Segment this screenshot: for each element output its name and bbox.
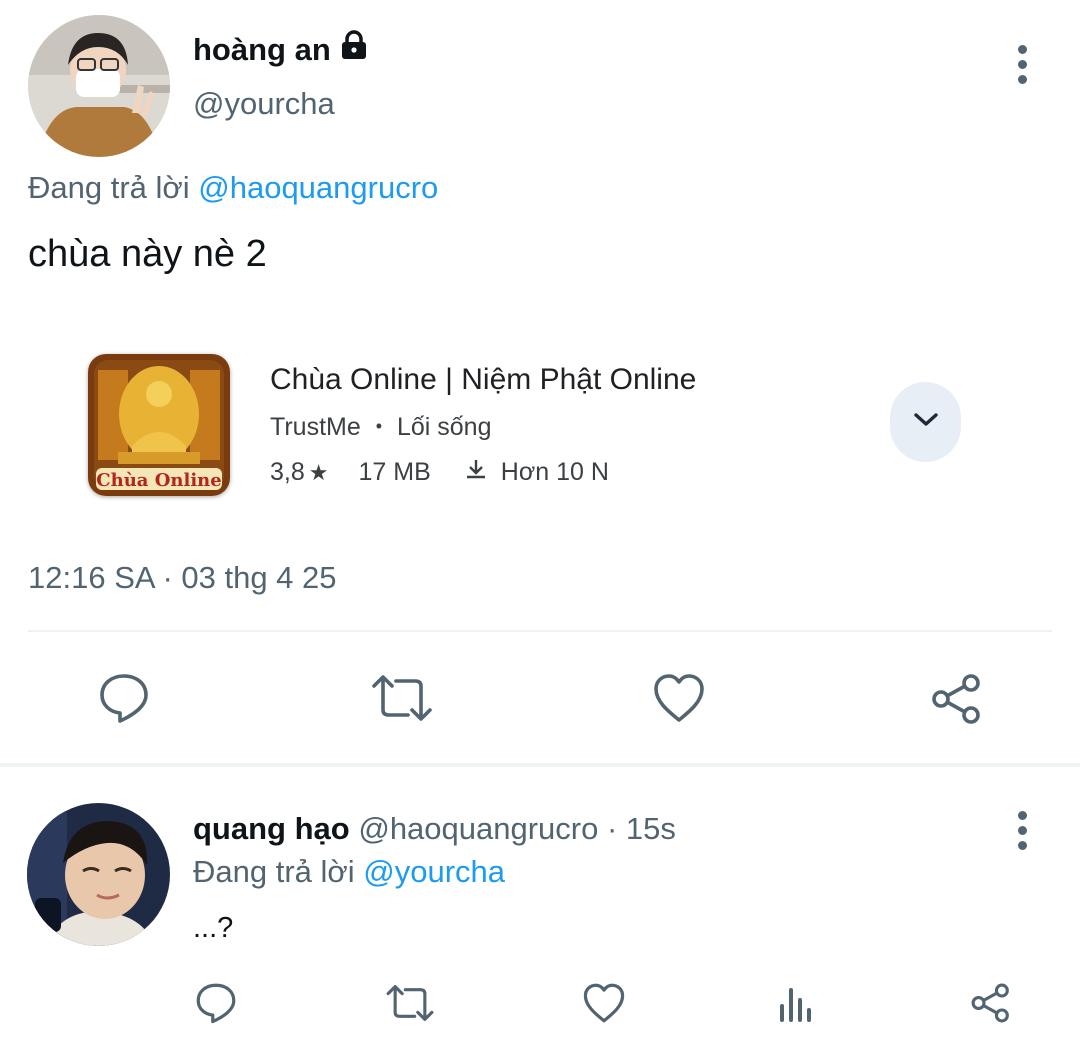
retweet-icon <box>372 675 432 721</box>
share-button[interactable] <box>930 672 984 726</box>
user-handle[interactable]: @yourcha <box>193 86 335 122</box>
download-icon <box>465 458 487 487</box>
app-category: Lối sống <box>396 413 492 441</box>
app-title[interactable]: Chùa Online | Niệm Phật Online <box>270 363 696 397</box>
share-icon <box>971 983 1009 1023</box>
tweet-text: chùa này nè 2 <box>28 233 267 275</box>
tweet-timestamp[interactable]: 12:16 SA · 03 thg 4 25 <box>28 560 337 596</box>
share-button[interactable] <box>970 982 1012 1024</box>
reply-context: Đang trả lời @haoquangrucro <box>28 170 438 206</box>
tweet-text: ...? <box>193 912 234 944</box>
app-stats: 3,8 ★ 17 MB Hơn 10 N <box>270 458 609 487</box>
meta-separator: • <box>375 416 383 436</box>
reply-prefix: Đang trả lời <box>193 854 355 889</box>
retweet-button[interactable] <box>370 672 434 724</box>
reply-button[interactable] <box>98 672 150 724</box>
more-options-icon[interactable] <box>1015 811 1029 850</box>
reply-icon <box>196 983 236 1024</box>
app-rating: 3,8 <box>270 458 305 486</box>
app-meta: TrustMe • Lối sống <box>270 413 492 442</box>
retweet-button[interactable] <box>385 982 435 1024</box>
retweet-icon <box>386 985 434 1021</box>
like-button[interactable] <box>652 672 706 724</box>
display-name[interactable]: hoàng an <box>193 32 331 68</box>
app-size: 17 MB <box>358 458 431 486</box>
app-developer[interactable]: TrustMe <box>270 413 361 441</box>
reply-context: Đang trả lời @yourcha <box>193 854 505 890</box>
display-name[interactable]: quang hạo <box>193 811 350 846</box>
like-button[interactable] <box>582 982 626 1024</box>
reply-header: quang hạo @haoquangrucro · 15s <box>193 811 676 847</box>
reply-icon <box>100 674 148 723</box>
app-downloads: Hơn 10 N <box>500 458 609 486</box>
share-icon <box>932 674 980 724</box>
handle-and-time[interactable]: @haoquangrucro · 15s <box>358 811 676 846</box>
avatar[interactable] <box>28 15 170 157</box>
app-icon: Chùa Online <box>88 354 230 496</box>
section-separator <box>0 763 1080 767</box>
star-icon: ★ <box>308 459 329 485</box>
divider <box>28 630 1052 632</box>
views-icon <box>780 988 811 1022</box>
like-icon <box>654 674 704 722</box>
expand-card-button[interactable] <box>890 382 961 462</box>
like-icon <box>583 983 625 1023</box>
avatar[interactable] <box>27 803 170 946</box>
reply-prefix: Đang trả lời <box>28 170 190 205</box>
reply-to-link[interactable]: @haoquangrucro <box>198 170 438 205</box>
reply-button[interactable] <box>195 982 237 1024</box>
app-icon-label: Chùa Online <box>96 470 221 491</box>
chevron-down-icon <box>913 412 939 433</box>
more-options-icon[interactable] <box>1015 45 1029 84</box>
lock-icon <box>338 29 370 66</box>
views-button[interactable] <box>778 984 816 1022</box>
reply-to-link[interactable]: @yourcha <box>363 854 505 889</box>
